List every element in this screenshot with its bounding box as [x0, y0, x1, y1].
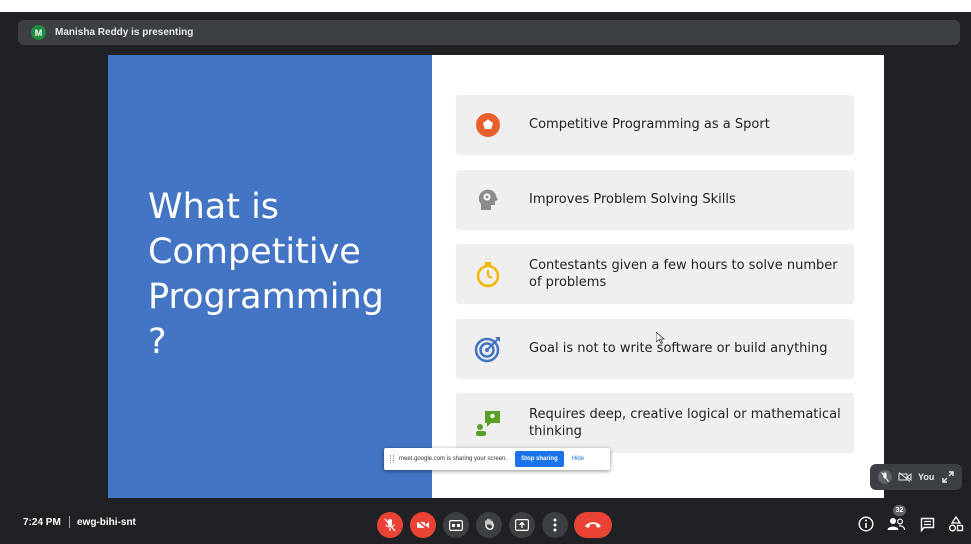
slide-item: Improves Problem Solving Skills [456, 170, 854, 229]
slide-item: Requires deep, creative logical or mathe… [456, 393, 854, 452]
target-icon [474, 337, 500, 363]
raise-hand-icon [485, 518, 494, 530]
presenter-banner: M Manisha Reddy is presenting [18, 20, 960, 45]
slide-item-text: Requires deep, creative logical or mathe… [529, 406, 841, 439]
captions-icon [449, 519, 463, 531]
mic-toggle-button[interactable] [377, 512, 403, 538]
drag-handle-icon[interactable] [390, 455, 394, 463]
clock-time: 7:24 PM [23, 517, 61, 528]
expand-icon[interactable] [942, 471, 954, 483]
captions-button[interactable] [443, 512, 469, 538]
meeting-code: ewg-bihi-snt [77, 517, 136, 528]
head-gears-icon [478, 189, 498, 210]
slide-title: What is Competitive Programming ? [148, 187, 384, 362]
shared-slide: What is Competitive Programming ? Compet… [108, 55, 884, 498]
end-call-button[interactable] [574, 512, 612, 538]
meeting-details-button[interactable] [856, 514, 876, 534]
raise-hand-button[interactable] [476, 512, 502, 538]
more-options-button[interactable] [542, 512, 568, 538]
hang-up-icon [585, 522, 601, 528]
camera-toggle-button[interactable] [410, 512, 436, 538]
slide-item-text: Improves Problem Solving Skills [529, 192, 736, 207]
slide-item-text: Competitive Programming as a Sport [529, 117, 770, 132]
people-icon [887, 518, 905, 531]
self-view-tile[interactable]: You [870, 464, 962, 490]
activities-button[interactable] [946, 514, 966, 534]
mouse-cursor-icon [656, 332, 665, 344]
divider [69, 516, 70, 528]
info-icon [858, 516, 874, 532]
hide-button[interactable]: Hide [572, 456, 584, 462]
present-button[interactable] [509, 512, 535, 538]
presenter-text: Manisha Reddy is presenting [55, 27, 194, 38]
screen-share-banner: meet.google.com is sharing your screen. … [384, 448, 610, 470]
slide-item: Contestants given a few hours to solve n… [456, 244, 854, 303]
chat-icon [920, 517, 934, 532]
present-screen-icon [515, 519, 529, 531]
stop-sharing-button[interactable]: Stop sharing [515, 451, 564, 467]
mic-off-icon [878, 470, 892, 484]
slide-item: Goal is not to write software or build a… [456, 319, 854, 378]
soccer-ball-icon [476, 113, 500, 137]
slide-item: Competitive Programming as a Sport [456, 95, 854, 154]
mic-off-icon [384, 518, 396, 532]
activities-icon [949, 516, 964, 532]
self-label: You [918, 472, 935, 482]
bottom-control-bar: 7:24 PM ewg-bihi-snt 32 [0, 500, 971, 544]
slide-title-panel: What is Competitive Programming ? [108, 55, 432, 498]
camera-off-icon [416, 519, 429, 531]
stopwatch-icon [476, 262, 500, 288]
idea-presenter-icon [476, 411, 500, 436]
participants-button[interactable]: 32 [886, 505, 906, 534]
participants-count-badge: 32 [893, 505, 906, 516]
slide-item-text: Contestants given a few hours to solve n… [529, 257, 838, 290]
chat-button[interactable] [917, 514, 937, 534]
top-strip [0, 0, 971, 12]
share-message: meet.google.com is sharing your screen. [399, 456, 508, 462]
presenter-avatar: M [31, 25, 46, 40]
more-vert-icon [553, 518, 557, 532]
slide-item-text: Goal is not to write software or build a… [529, 341, 828, 356]
camera-off-icon [898, 470, 912, 484]
